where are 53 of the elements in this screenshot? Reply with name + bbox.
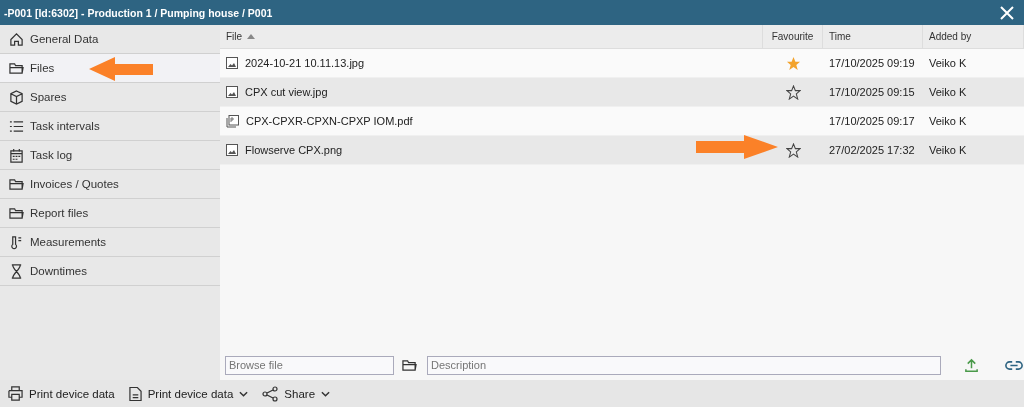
description-field[interactable]: Description xyxy=(427,355,941,375)
time-cell-text: 17/10/2025 09:15 xyxy=(828,85,916,100)
table-row[interactable]: Flowserve CPX.png 27/02/2025 17:32 Veiko K xyxy=(220,136,1024,165)
star-outline-icon[interactable] xyxy=(785,142,801,158)
window-title: -P001 [Id:6302] - Production 1 / Pumping house / P001 xyxy=(4,6,273,19)
column-header[interactable]: File xyxy=(220,25,763,48)
calendar-icon xyxy=(9,147,24,163)
added-by-cell-text: Veiko K xyxy=(928,56,968,71)
star-outline-icon[interactable] xyxy=(785,84,801,100)
folder-icon[interactable] xyxy=(402,357,417,373)
image-file-icon xyxy=(226,144,238,156)
sidebar-item[interactable]: Report files xyxy=(0,199,220,228)
footer-button[interactable]: Print device data xyxy=(126,385,251,402)
added-by-cell-text: Veiko K xyxy=(928,143,968,158)
footer-button[interactable]: Share xyxy=(260,385,333,402)
time-cell-text: 27/02/2025 17:32 xyxy=(828,143,916,158)
column-header[interactable]: Time xyxy=(823,25,923,48)
file-name[interactable]: Flowserve CPX.png xyxy=(245,144,343,156)
time-cell-text: 17/10/2025 09:17 xyxy=(828,114,916,129)
file-name[interactable]: CPX-CPXR-CPXN-CPXP IOM.pdf xyxy=(246,115,413,127)
upload-icon[interactable] xyxy=(964,357,979,373)
file-name[interactable]: 2024-10-21 10.11.13.jpg xyxy=(245,57,365,69)
annotation-arrow xyxy=(89,57,153,81)
sidebar-item[interactable]: Downtimes xyxy=(0,257,220,286)
sidebar-item[interactable]: Spares xyxy=(0,83,220,112)
sidebar-item[interactable]: Task log xyxy=(0,141,220,170)
close-icon[interactable] xyxy=(1000,5,1014,20)
printer-icon xyxy=(8,386,23,401)
added-by-cell-text: Veiko K xyxy=(928,114,968,129)
time-cell-text: 17/10/2025 09:19 xyxy=(828,56,916,71)
folder-icon xyxy=(9,60,24,76)
image-file-icon xyxy=(226,57,238,69)
hourglass-icon xyxy=(9,263,24,279)
folder-icon xyxy=(9,176,24,192)
folder-icon xyxy=(9,205,24,221)
list-icon xyxy=(9,118,24,134)
thermometer-icon xyxy=(9,234,24,250)
footer-button[interactable]: Print device data xyxy=(6,386,117,401)
added-by-cell-text: Veiko K xyxy=(928,85,968,100)
pdf-file-icon xyxy=(226,114,239,128)
link-icon[interactable] xyxy=(1005,359,1023,371)
file-name[interactable]: CPX cut view.jpg xyxy=(245,86,328,98)
home-icon xyxy=(9,31,24,47)
share-icon xyxy=(262,385,279,402)
table-row[interactable]: CPX cut view.jpg 17/10/2025 09:15 Veiko K xyxy=(220,78,1024,107)
browse-file-field[interactable]: Browse file xyxy=(225,355,394,375)
sidebar-item[interactable]: Invoices / Quotes xyxy=(0,170,220,199)
image-file-icon xyxy=(226,86,238,98)
column-header[interactable]: Favourite xyxy=(763,25,823,48)
column-header[interactable]: Added by xyxy=(923,25,1024,48)
box-icon xyxy=(9,89,24,105)
document-icon xyxy=(128,385,142,402)
star-icon[interactable] xyxy=(785,55,801,71)
